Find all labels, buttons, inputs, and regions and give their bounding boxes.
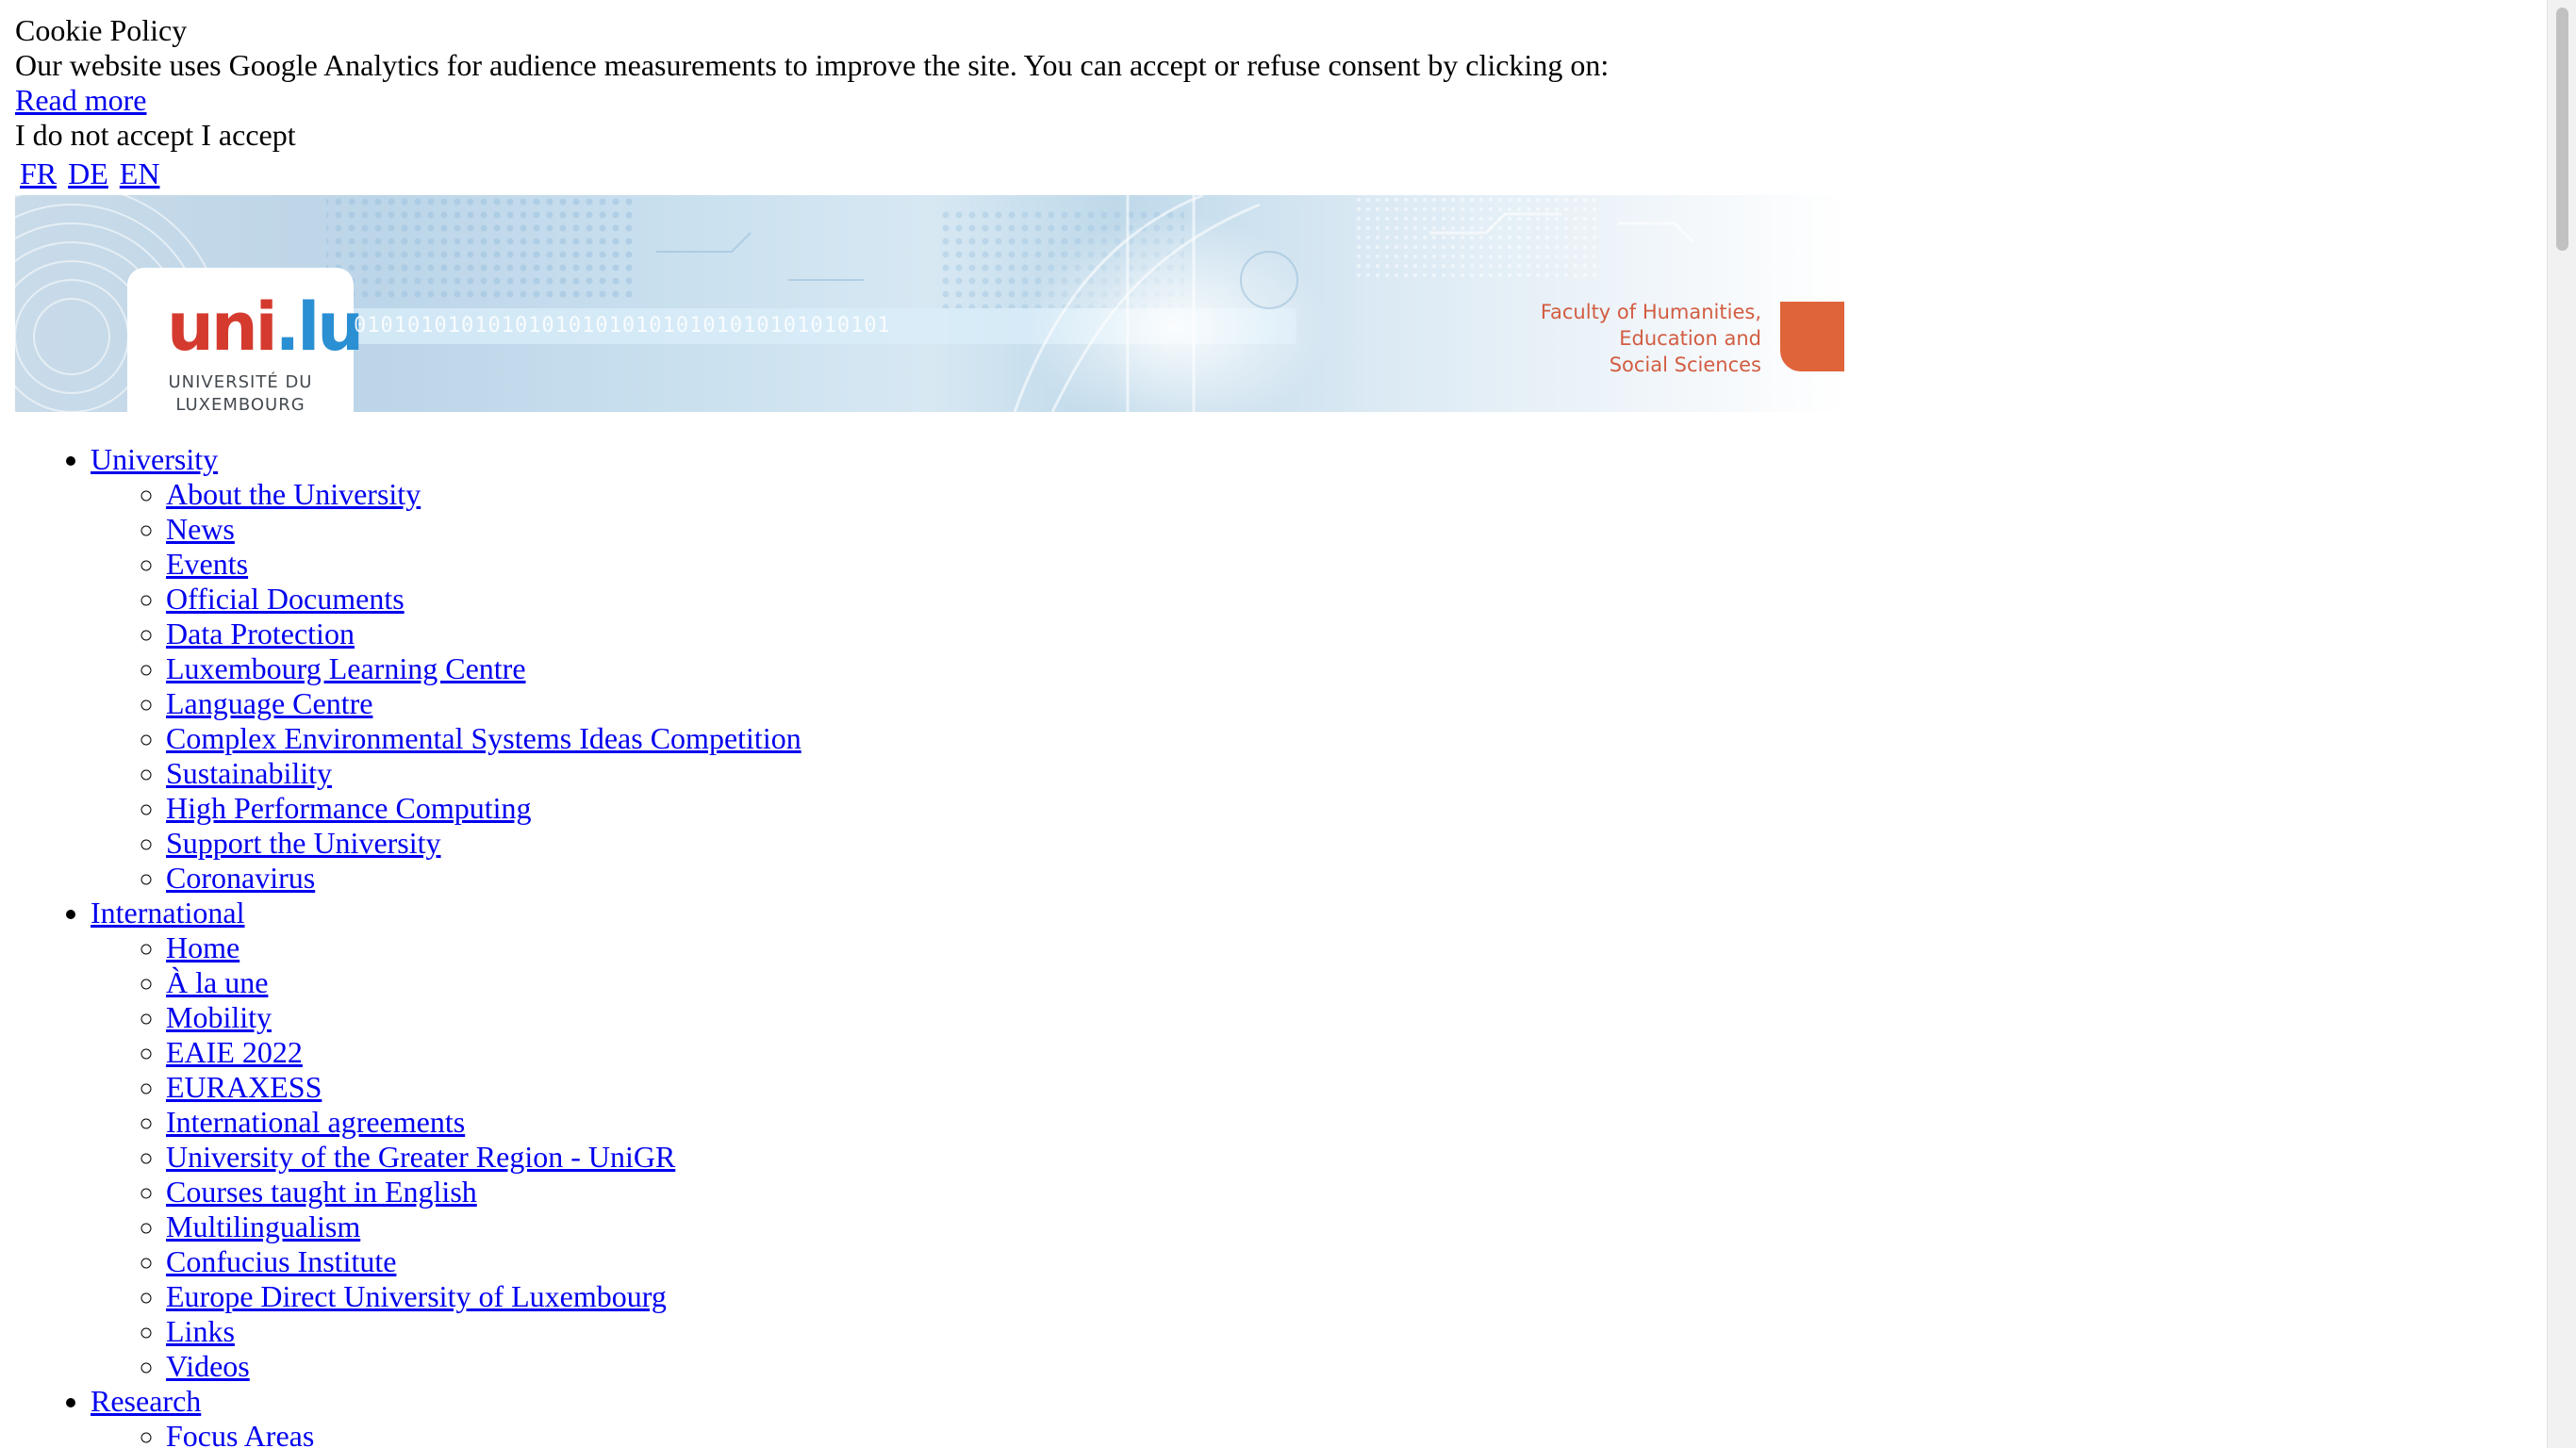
list-item: Links: [166, 1314, 2523, 1349]
list-item: International agreements: [166, 1105, 2523, 1140]
faculty-name-line3: Social Sciences: [1609, 354, 1761, 376]
nav-link-multilingualism[interactable]: Multilingualism: [166, 1209, 360, 1243]
list-item: Confucius Institute: [166, 1244, 2523, 1279]
cookie-title: Cookie Policy: [15, 13, 188, 47]
university-logo[interactable]: uni.lu UNIVERSITÉ DU LUXEMBOURG: [127, 268, 364, 412]
language-fr-link[interactable]: FR: [20, 156, 57, 190]
language-de-link[interactable]: DE: [68, 156, 108, 190]
list-item: EAIE 2022: [166, 1035, 2523, 1070]
list-item: Sustainability: [166, 756, 2523, 791]
list-item: Courses taught in English: [166, 1175, 2523, 1209]
scrollbar-thumb[interactable]: [2556, 8, 2568, 251]
binary-strip: 0101010101010101010101010101010101010101: [354, 314, 891, 337]
list-item: Focus Areas: [166, 1419, 2523, 1448]
faculty-name: Faculty of Humanities, Education and Soc…: [1541, 299, 1761, 378]
nav-link-about-the-university[interactable]: About the University: [166, 477, 421, 511]
nav-link-europe-direct[interactable]: Europe Direct University of Luxembourg: [166, 1279, 667, 1313]
list-item: Europe Direct University of Luxembourg: [166, 1279, 2523, 1314]
list-item: EURAXESS: [166, 1070, 2523, 1105]
list-item: About the University: [166, 477, 2523, 512]
nav-link-official-documents[interactable]: Official Documents: [166, 582, 405, 616]
nav-link-luxembourg-learning-centre[interactable]: Luxembourg Learning Centre: [166, 651, 526, 685]
nav-link-international-agreements[interactable]: International agreements: [166, 1105, 465, 1139]
nav-section-university: University About the University News Eve…: [91, 442, 2523, 896]
nav-link-mobility[interactable]: Mobility: [166, 1000, 272, 1034]
language-switcher: FR DE EN: [15, 156, 2523, 191]
cookie-accept-button[interactable]: I accept: [201, 118, 295, 152]
faculty-name-line2: Education and: [1619, 327, 1761, 350]
nav-link-high-performance-computing[interactable]: High Performance Computing: [166, 791, 531, 825]
nav-link-coronavirus[interactable]: Coronavirus: [166, 861, 315, 895]
list-item: Official Documents: [166, 582, 2523, 617]
list-item: Events: [166, 547, 2523, 582]
subnav-international: Home À la une Mobility EAIE 2022 EURAXES…: [91, 930, 2523, 1384]
cookie-read-more-link[interactable]: Read more: [15, 83, 147, 117]
list-item: Data Protection: [166, 617, 2523, 651]
nav-link-focus-areas[interactable]: Focus Areas: [166, 1419, 314, 1448]
subnav-university: About the University News Events Officia…: [91, 477, 2523, 896]
nav-section-research: Research Focus Areas: [91, 1384, 2523, 1448]
nav-link-data-protection[interactable]: Data Protection: [166, 617, 355, 650]
cookie-banner: Cookie Policy Our website uses Google An…: [15, 13, 2523, 153]
faculty-name-line1: Faculty of Humanities,: [1540, 301, 1761, 323]
nav-link-research[interactable]: Research: [91, 1384, 201, 1418]
logo-caption-line1: UNIVERSITÉ DU: [168, 372, 313, 392]
cookie-text: Our website uses Google Analytics for au…: [15, 48, 1610, 82]
page: Cookie Policy Our website uses Google An…: [15, 13, 2523, 1448]
cookie-refuse-button[interactable]: I do not accept: [15, 118, 193, 152]
subnav-research: Focus Areas: [91, 1419, 2523, 1448]
list-item: Language Centre: [166, 686, 2523, 721]
nav-link-courses-in-english[interactable]: Courses taught in English: [166, 1175, 477, 1209]
list-item: Home: [166, 930, 2523, 965]
header-banner[interactable]: uni.lu UNIVERSITÉ DU LUXEMBOURG 01010101…: [15, 195, 1844, 412]
list-item: À la une: [166, 965, 2523, 1000]
main-navigation: University About the University News Eve…: [15, 442, 2523, 1448]
list-item: Videos: [166, 1349, 2523, 1384]
nav-link-university[interactable]: University: [91, 442, 218, 476]
nav-link-links[interactable]: Links: [166, 1314, 235, 1348]
nav-link-home[interactable]: Home: [166, 930, 239, 964]
nav-link-a-la-une[interactable]: À la une: [166, 965, 268, 999]
nav-link-international[interactable]: International: [91, 896, 244, 930]
list-item: Luxembourg Learning Centre: [166, 651, 2523, 686]
list-item: Complex Environmental Systems Ideas Comp…: [166, 721, 2523, 756]
list-item: Support the University: [166, 826, 2523, 861]
list-item: News: [166, 512, 2523, 547]
nav-link-confucius-institute[interactable]: Confucius Institute: [166, 1244, 396, 1278]
nav-link-support-the-university[interactable]: Support the University: [166, 826, 441, 860]
list-item: Coronavirus: [166, 861, 2523, 896]
cookie-actions: I do not accept I accept: [15, 118, 2523, 153]
list-item: High Performance Computing: [166, 791, 2523, 826]
nav-link-eaie-2022[interactable]: EAIE 2022: [166, 1035, 303, 1069]
list-item: University of the Greater Region - UniGR: [166, 1140, 2523, 1175]
nav-link-videos[interactable]: Videos: [166, 1349, 250, 1383]
logo-caption-line2: LUXEMBOURG: [175, 395, 305, 412]
nav-link-sustainability[interactable]: Sustainability: [166, 756, 332, 790]
list-item: Multilingualism: [166, 1209, 2523, 1244]
vertical-scrollbar[interactable]: [2547, 0, 2576, 1448]
list-item: Mobility: [166, 1000, 2523, 1035]
nav-link-language-centre[interactable]: Language Centre: [166, 686, 372, 720]
nav-link-news[interactable]: News: [166, 512, 235, 546]
nav-link-events[interactable]: Events: [166, 547, 248, 581]
nav-link-complex-environmental-systems[interactable]: Complex Environmental Systems Ideas Comp…: [166, 721, 801, 755]
logo-wordmark: uni.lu: [167, 288, 364, 366]
faculty-color-block: [1780, 302, 1844, 371]
nav-link-unigr[interactable]: University of the Greater Region - UniGR: [166, 1140, 675, 1174]
nav-link-euraxess[interactable]: EURAXESS: [166, 1070, 322, 1104]
logo-caption: UNIVERSITÉ DU LUXEMBOURG: [165, 371, 316, 412]
nav-section-international: International Home À la une Mobility EAI…: [91, 896, 2523, 1384]
language-en-link[interactable]: EN: [120, 156, 160, 190]
